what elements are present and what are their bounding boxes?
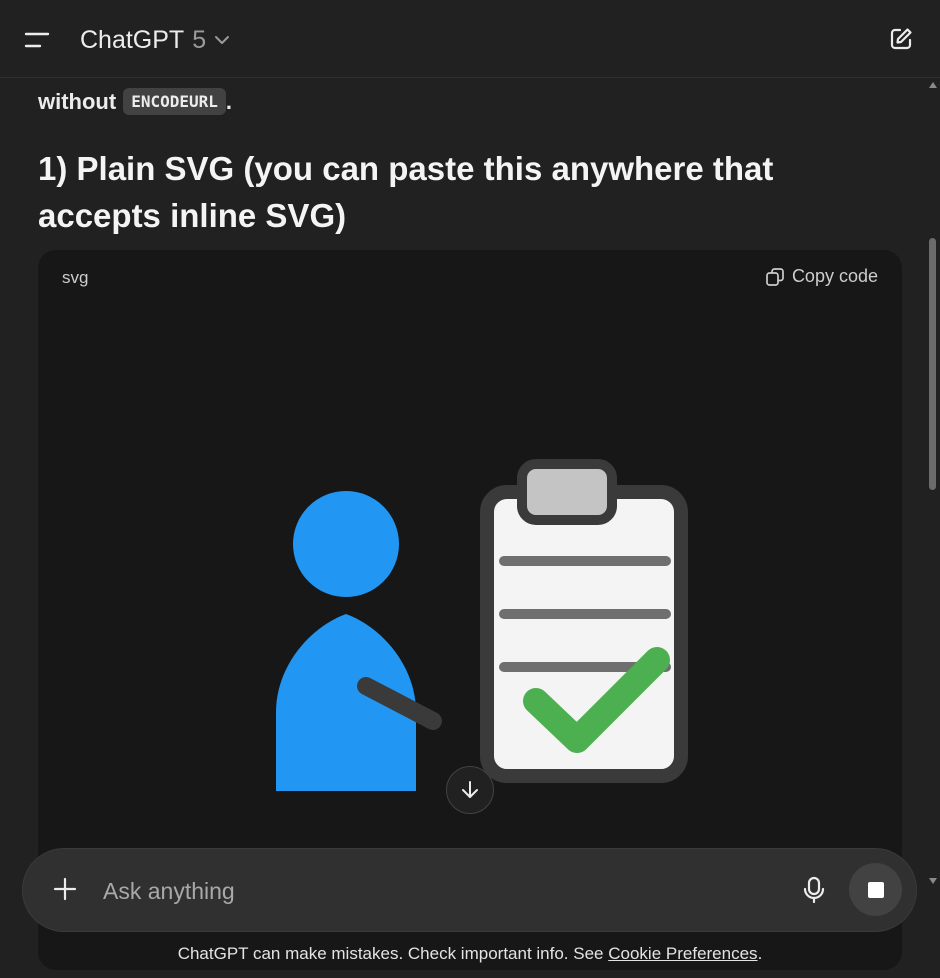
microphone-icon	[803, 876, 825, 904]
model-version: 5	[192, 25, 207, 54]
model-name: ChatGPT	[80, 25, 185, 54]
intro-end: .	[225, 88, 233, 114]
stop-generating-button[interactable]	[849, 863, 902, 916]
scroll-to-bottom-button[interactable]	[446, 766, 494, 814]
menu-icon	[24, 32, 50, 48]
scrollbar[interactable]	[926, 78, 940, 888]
plus-icon	[53, 877, 77, 901]
message-content: without ENCODEURL . 1) Plain SVG (you ca…	[38, 78, 902, 970]
scroll-down-arrow-icon[interactable]	[929, 878, 937, 884]
disclaimer: ChatGPT can make mistakes. Check importa…	[0, 944, 940, 964]
scroll-up-arrow-icon[interactable]	[929, 82, 937, 88]
disclaimer-text: ChatGPT can make mistakes. Check importa…	[177, 944, 604, 963]
edit-icon	[890, 28, 912, 50]
chat-app: ChatGPT 5 without ENCODEURL . 1) Plain S…	[0, 0, 940, 978]
scrollbar-thumb[interactable]	[929, 238, 936, 490]
intro-text: without	[38, 88, 117, 114]
cookie-preferences-link[interactable]: Cookie Preferences	[608, 944, 757, 963]
intro-line: without ENCODEURL .	[38, 88, 902, 115]
prompt-input[interactable]	[101, 869, 785, 913]
model-selector[interactable]: ChatGPT 5	[80, 22, 230, 58]
dictate-button[interactable]	[795, 871, 833, 909]
composer	[23, 849, 916, 931]
add-attachment-button[interactable]	[45, 869, 85, 909]
inline-code: ENCODEURL	[123, 88, 226, 115]
arrow-down-icon	[462, 781, 478, 798]
disclaimer-end: .	[757, 944, 763, 963]
clipboard-clip	[517, 459, 617, 525]
chevron-down-icon	[214, 35, 230, 45]
stop-icon	[867, 881, 884, 898]
top-bar: ChatGPT 5	[0, 0, 940, 78]
sidebar-toggle-button[interactable]	[18, 22, 58, 58]
new-chat-button[interactable]	[884, 22, 918, 56]
person-head	[293, 491, 399, 597]
section-heading: 1) Plain SVG (you can paste this anywher…	[38, 150, 774, 234]
